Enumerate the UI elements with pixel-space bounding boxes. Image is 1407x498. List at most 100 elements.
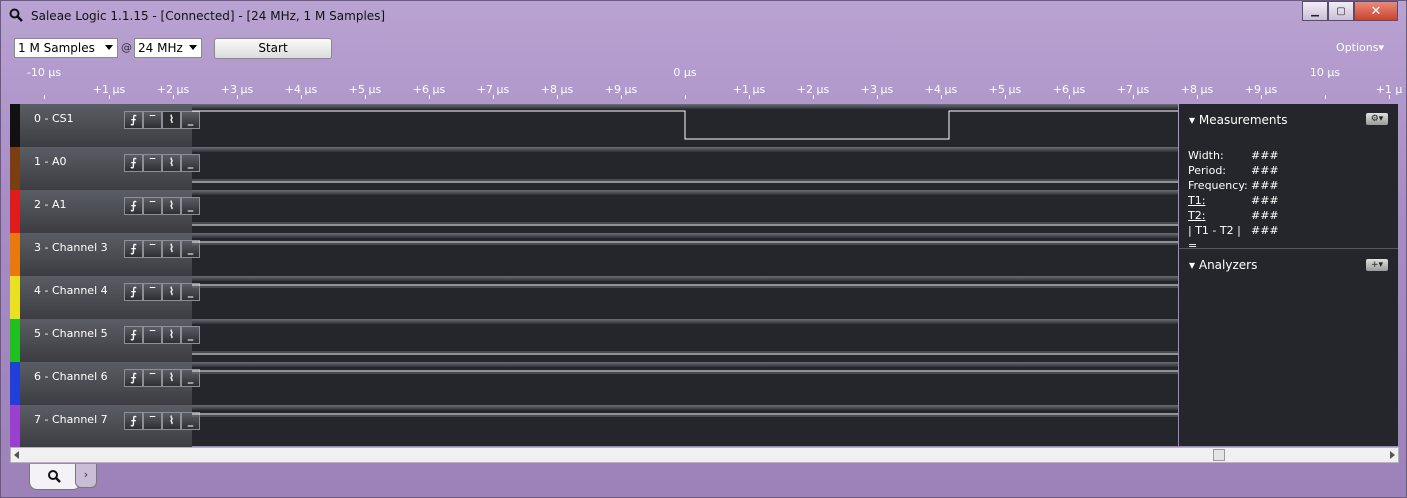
measurement-row: T1: ###	[1188, 193, 1279, 208]
channel-label-panel[interactable]: 6 - Channel 6 ⨍ ‾ ⌇ _	[20, 362, 200, 405]
channel-label-panel[interactable]: 0 - CS1 ⨍ ‾ ⌇ _	[20, 104, 200, 147]
channel-row[interactable]: 4 - Channel 4 ⨍ ‾ ⌇ _	[10, 276, 1178, 319]
measurement-row: T2: ###	[1188, 208, 1279, 223]
maximize-button[interactable]: ▢	[1328, 1, 1354, 21]
channel-color-swatch	[10, 147, 20, 190]
scroll-thumb[interactable]	[1213, 449, 1225, 461]
options-menu[interactable]: Options▾	[1336, 41, 1384, 54]
waveform-area[interactable]: 0 - CS1 ⨍ ‾ ⌇ _ 1 - A0 ⨍ ‾ ⌇ _ 2 - A1 ⨍ ‾ ⌇ _ 3 - Chann…	[10, 104, 1178, 448]
trigger-button[interactable]: ‾	[143, 412, 162, 430]
analyzers-header[interactable]: ▾ Analyzers	[1189, 258, 1257, 272]
trigger-button[interactable]: ⌇	[162, 111, 181, 129]
channel-name: 3 - Channel 3	[34, 241, 108, 254]
channel-row[interactable]: 7 - Channel 7 ⨍ ‾ ⌇ _	[10, 405, 1178, 448]
trigger-button[interactable]: ⨍	[124, 326, 143, 344]
measurement-key: Period:	[1188, 164, 1227, 177]
measurement-row: Frequency: ###	[1188, 178, 1279, 193]
trigger-button[interactable]: ‾	[143, 111, 162, 129]
trigger-button[interactable]: ⌇	[162, 240, 181, 258]
trigger-button[interactable]: ‾	[143, 326, 162, 344]
trigger-button[interactable]: ⨍	[124, 111, 143, 129]
trigger-button[interactable]: ‾	[143, 369, 162, 387]
trigger-button[interactable]: ⌇	[162, 197, 181, 215]
trigger-button[interactable]: ‾	[143, 197, 162, 215]
channel-color-swatch	[10, 362, 20, 405]
channel-waveform[interactable]	[192, 109, 1178, 147]
channel-label-panel[interactable]: 5 - Channel 5 ⨍ ‾ ⌇ _	[20, 319, 200, 362]
ruler-tick	[813, 95, 814, 99]
trigger-button[interactable]: ⌇	[162, 369, 181, 387]
measurement-key[interactable]: T1:	[1188, 193, 1251, 208]
triangle-down-icon: ▾	[1189, 113, 1196, 127]
horizontal-scrollbar[interactable]	[10, 447, 1399, 463]
channel-name: 0 - CS1	[34, 112, 74, 125]
channel-waveform[interactable]	[192, 367, 1178, 405]
add-analyzer-button[interactable]: +▾	[1366, 259, 1388, 271]
measurement-value: ###	[1251, 209, 1279, 222]
trigger-button[interactable]: ⨍	[124, 197, 143, 215]
channel-label-panel[interactable]: 2 - A1 ⨍ ‾ ⌇ _	[20, 190, 200, 233]
channel-row[interactable]: 6 - Channel 6 ⨍ ‾ ⌇ _	[10, 362, 1178, 405]
channel-row[interactable]: 3 - Channel 3 ⨍ ‾ ⌇ _	[10, 233, 1178, 276]
window-title: Saleae Logic 1.1.15 - [Connected] - [24 …	[31, 9, 386, 23]
channel-row[interactable]: 5 - Channel 5 ⨍ ‾ ⌇ _	[10, 319, 1178, 362]
rate-select[interactable]: 24 MHz	[134, 38, 202, 58]
channel-waveform[interactable]	[192, 238, 1178, 276]
trigger-button[interactable]: ⨍	[124, 240, 143, 258]
channel-label-panel[interactable]: 7 - Channel 7 ⨍ ‾ ⌇ _	[20, 405, 200, 448]
scroll-right-icon[interactable]	[1390, 451, 1395, 459]
trigger-button[interactable]: ⨍	[124, 412, 143, 430]
title-bar[interactable]: Saleae Logic 1.1.15 - [Connected] - [24 …	[1, 1, 1406, 31]
start-button[interactable]: Start	[214, 38, 332, 59]
channel-row[interactable]: 2 - A1 ⨍ ‾ ⌇ _	[10, 190, 1178, 233]
channel-color-swatch	[10, 104, 20, 147]
ruler-tick	[1261, 95, 1262, 99]
channel-color-swatch	[10, 319, 20, 362]
samples-select[interactable]: 1 M Samples	[14, 38, 118, 58]
analyzers-header-label: Analyzers	[1198, 258, 1258, 272]
ruler-tick	[1069, 95, 1070, 99]
rate-select-value: 24 MHz	[138, 41, 183, 55]
channel-waveform[interactable]	[192, 195, 1178, 233]
time-ruler[interactable]: -10 µs 0 µs 10 µs +1 µs +2 µs +3 µs +4 µs +5…	[1, 63, 1407, 103]
channel-label-panel[interactable]: 3 - Channel 3 ⨍ ‾ ⌇ _	[20, 233, 200, 276]
close-button[interactable]: ✕	[1354, 1, 1398, 21]
measurement-key[interactable]: T2:	[1188, 208, 1251, 223]
ruler-tick	[44, 95, 45, 99]
ruler-tick	[365, 95, 366, 99]
channel-row[interactable]: 0 - CS1 ⨍ ‾ ⌇ _	[10, 104, 1178, 147]
gear-icon[interactable]: ⚙▾	[1366, 113, 1388, 125]
tab-next[interactable]: ›	[75, 464, 97, 488]
trigger-button[interactable]: ⨍	[124, 283, 143, 301]
measurements-header[interactable]: ▾ Measurements	[1189, 113, 1288, 127]
trigger-button[interactable]: ⨍	[124, 369, 143, 387]
channel-waveform[interactable]	[192, 410, 1178, 448]
signal-trace	[192, 110, 1178, 140]
channel-row[interactable]: 1 - A0 ⨍ ‾ ⌇ _	[10, 147, 1178, 190]
channel-waveform[interactable]	[192, 152, 1178, 190]
channel-label-panel[interactable]: 4 - Channel 4 ⨍ ‾ ⌇ _	[20, 276, 200, 319]
channel-color-swatch	[10, 405, 20, 448]
channel-waveform[interactable]	[192, 324, 1178, 362]
chevron-down-icon	[105, 45, 113, 50]
scroll-left-icon[interactable]	[14, 451, 19, 459]
trigger-button[interactable]: ⌇	[162, 412, 181, 430]
trigger-button[interactable]: ⌇	[162, 326, 181, 344]
ruler-tick	[301, 95, 302, 99]
trigger-button[interactable]: ⨍	[124, 154, 143, 172]
ruler-tick	[941, 95, 942, 99]
trigger-button[interactable]: ‾	[143, 283, 162, 301]
trigger-button[interactable]: ⌇	[162, 283, 181, 301]
ruler-tick	[493, 95, 494, 99]
trigger-button[interactable]: ⌇	[162, 154, 181, 172]
ruler-tick	[1389, 95, 1390, 99]
minimize-button[interactable]: ▁	[1302, 1, 1328, 21]
ruler-tick	[173, 95, 174, 99]
ruler-tick	[237, 95, 238, 99]
ruler-tick	[1197, 95, 1198, 99]
trigger-button[interactable]: ‾	[143, 154, 162, 172]
channel-label-panel[interactable]: 1 - A0 ⨍ ‾ ⌇ _	[20, 147, 200, 190]
trigger-button[interactable]: ‾	[143, 240, 162, 258]
tab-search[interactable]	[29, 464, 81, 490]
channel-waveform[interactable]	[192, 281, 1178, 319]
